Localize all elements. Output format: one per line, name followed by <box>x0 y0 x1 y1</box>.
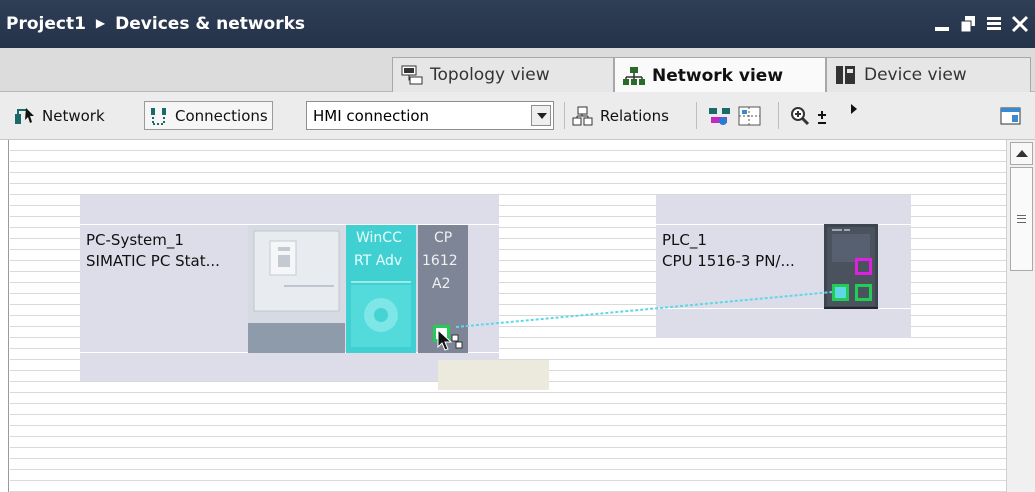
mouse-cursor-connect-icon <box>437 329 463 351</box>
scroll-up-icon[interactable] <box>1010 142 1033 165</box>
vertical-scrollbar[interactable] <box>1006 140 1035 492</box>
hmi-connection-line[interactable] <box>0 0 1035 492</box>
tooltip-placeholder <box>438 360 549 390</box>
scroll-thumb[interactable] <box>1010 167 1033 271</box>
